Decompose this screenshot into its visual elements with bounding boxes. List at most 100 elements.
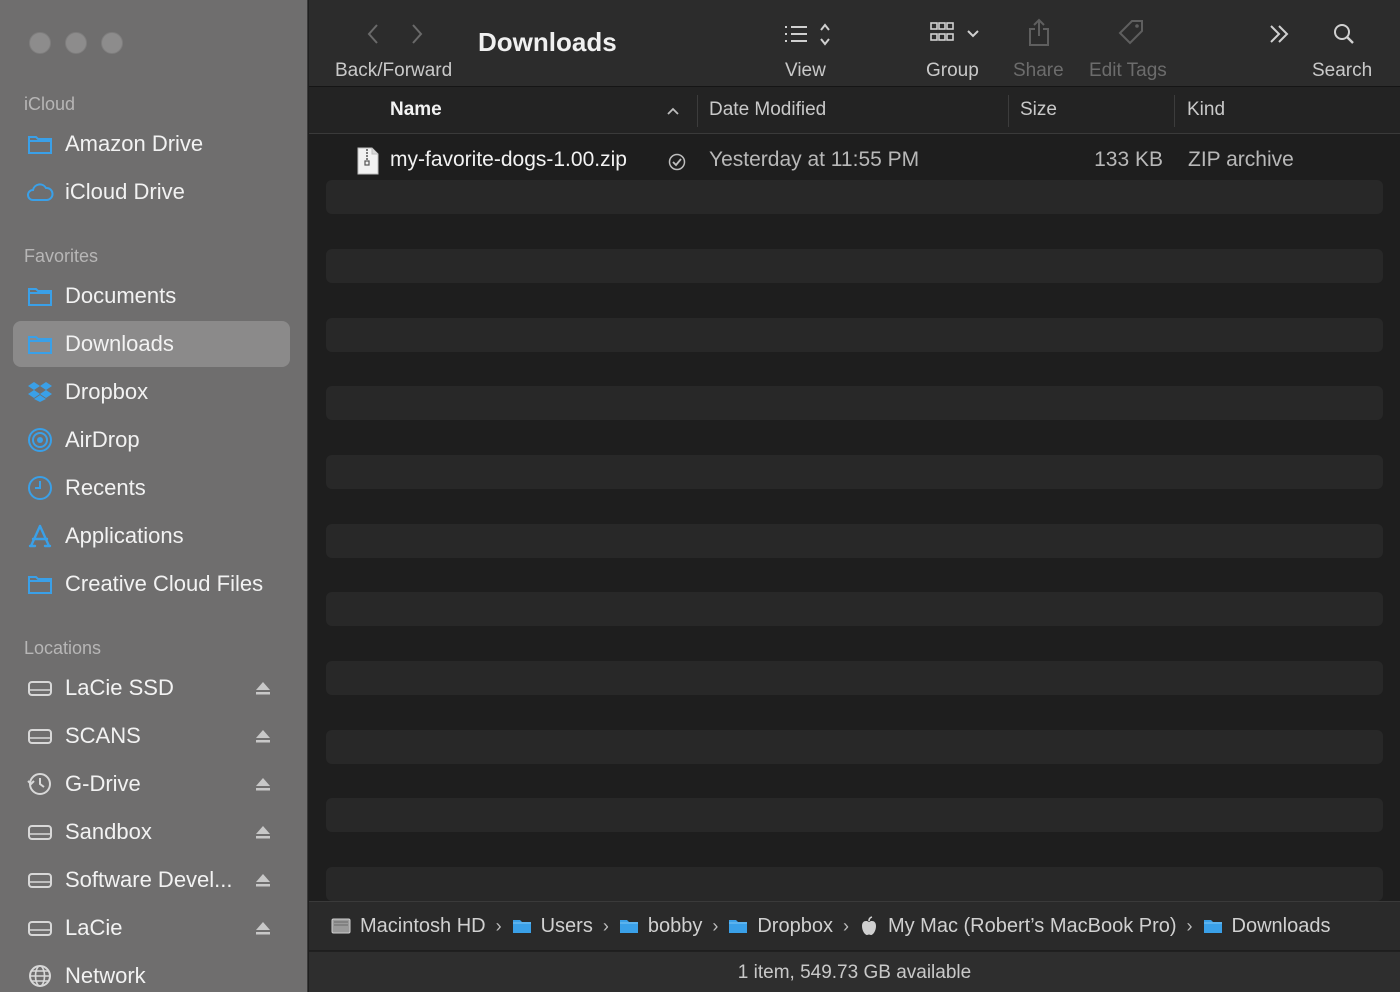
- window-controls: [29, 32, 123, 54]
- sidebar-item-label: Creative Cloud Files: [65, 571, 264, 596]
- sidebar-item-lacie[interactable]: LaCie: [13, 905, 290, 951]
- hard-disk-icon: [331, 916, 351, 936]
- sidebar-item-icloud-drive[interactable]: iCloud Drive: [13, 169, 290, 215]
- list-row-empty: [326, 798, 1383, 832]
- close-window-button[interactable]: [29, 32, 51, 54]
- sidebar-item-scans[interactable]: SCANS: [13, 713, 290, 759]
- path-crumb-bobby[interactable]: bobby ›: [619, 915, 729, 938]
- column-divider[interactable]: [1008, 95, 1009, 127]
- dropbox-icon: [26, 378, 54, 406]
- column-name-header[interactable]: Name: [390, 99, 442, 121]
- network-icon: [26, 962, 54, 990]
- sidebar-item-amazon-drive[interactable]: Amazon Drive: [13, 121, 290, 167]
- airdrop-icon: [26, 426, 54, 454]
- sidebar: iCloud Amazon Drive iCloud Drive Favorit…: [0, 0, 308, 992]
- chevron-right-icon: ›: [602, 915, 609, 936]
- list-row-empty: [326, 386, 1383, 420]
- chevron-right-icon: ›: [495, 915, 502, 936]
- path-crumb-label: My Mac (Robert’s MacBook Pro): [887, 914, 1177, 937]
- list-row-empty: [326, 524, 1383, 558]
- chevron-right-icon: ›: [1186, 915, 1193, 936]
- sidebar-item-applications[interactable]: Applications: [13, 513, 290, 559]
- list-row-empty: [326, 249, 1383, 283]
- drive-icon: [26, 674, 54, 702]
- sidebar-item-recents[interactable]: Recents: [13, 465, 290, 511]
- zip-file-icon: [357, 147, 379, 175]
- file-date-modified: Yesterday at 11:55 PM: [709, 148, 920, 171]
- eject-icon[interactable]: [254, 679, 272, 697]
- eject-icon[interactable]: [254, 919, 272, 937]
- sidebar-item-documents[interactable]: Documents: [13, 273, 290, 319]
- path-crumb-label: bobby: [647, 914, 703, 937]
- search-icon[interactable]: [1332, 22, 1356, 46]
- folder-icon: [26, 130, 54, 158]
- eject-icon[interactable]: [254, 775, 272, 793]
- sidebar-item-label: Network: [65, 963, 146, 988]
- sidebar-item-label: Applications: [65, 523, 184, 548]
- sidebar-item-creative-cloud-files[interactable]: Creative Cloud Files: [13, 561, 290, 607]
- path-bar: Macintosh HD › Users › bobby › Dropbox ›…: [309, 901, 1400, 950]
- forward-icon[interactable]: [409, 22, 425, 46]
- view-label: View: [785, 60, 826, 81]
- eject-icon[interactable]: [254, 727, 272, 745]
- sidebar-item-lacie-ssd[interactable]: LaCie SSD: [13, 665, 290, 711]
- file-size: 133 KB: [1094, 148, 1163, 171]
- drive-icon: [26, 866, 54, 894]
- column-divider[interactable]: [1174, 95, 1175, 127]
- sidebar-item-network[interactable]: Network: [13, 953, 290, 992]
- sidebar-section-icloud: iCloud: [24, 94, 76, 114]
- sync-status-icon: [668, 153, 686, 171]
- column-header: Name Date Modified Size Kind: [309, 87, 1400, 134]
- minimize-window-button[interactable]: [65, 32, 87, 54]
- sidebar-item-downloads[interactable]: Downloads: [13, 321, 290, 367]
- path-crumb-label: Dropbox: [757, 914, 833, 937]
- sidebar-item-software-devel[interactable]: Software Devel...: [13, 857, 290, 903]
- back-icon[interactable]: [365, 22, 381, 46]
- sort-ascending-icon[interactable]: [666, 106, 680, 116]
- eject-icon[interactable]: [254, 823, 272, 841]
- column-divider[interactable]: [697, 95, 698, 127]
- list-row-empty: [326, 180, 1383, 214]
- share-icon[interactable]: [1027, 18, 1051, 48]
- path-crumb-my-mac[interactable]: My Mac (Robert’s MacBook Pro) ›: [859, 915, 1203, 938]
- sidebar-item-label: LaCie SSD: [65, 675, 174, 700]
- group-icon[interactable]: [929, 20, 983, 48]
- path-crumb-label: Users: [540, 914, 593, 937]
- folder-icon: [26, 282, 54, 310]
- file-list[interactable]: my-favorite-dogs-1.00.zip Yesterday at 1…: [309, 135, 1400, 901]
- tag-icon[interactable]: [1117, 18, 1145, 46]
- edit-tags-label: Edit Tags: [1089, 60, 1167, 81]
- path-crumb-users[interactable]: Users ›: [512, 915, 619, 938]
- sidebar-item-label: Sandbox: [65, 819, 152, 844]
- path-crumb-label: Downloads: [1231, 914, 1331, 937]
- chevron-double-right-icon[interactable]: [1267, 22, 1291, 46]
- sidebar-item-g-drive[interactable]: G-Drive: [13, 761, 290, 807]
- zoom-window-button[interactable]: [101, 32, 123, 54]
- column-date-modified-header[interactable]: Date Modified: [709, 99, 826, 121]
- column-size-header[interactable]: Size: [1020, 99, 1057, 121]
- sidebar-item-label: Downloads: [65, 331, 174, 356]
- file-row[interactable]: my-favorite-dogs-1.00.zip Yesterday at 1…: [309, 143, 1400, 179]
- drive-icon: [26, 722, 54, 750]
- sidebar-item-dropbox[interactable]: Dropbox: [13, 369, 290, 415]
- drive-icon: [26, 818, 54, 846]
- eject-icon[interactable]: [254, 871, 272, 889]
- folder-icon: [619, 916, 639, 936]
- list-row-empty: [326, 455, 1383, 489]
- list-view-icon[interactable]: [783, 22, 837, 48]
- sidebar-item-label: Recents: [65, 475, 146, 500]
- folder-icon: [26, 570, 54, 598]
- status-bar: 1 item, 549.73 GB available: [309, 951, 1400, 992]
- folder-icon: [26, 330, 54, 358]
- path-crumb-macintosh-hd[interactable]: Macintosh HD ›: [331, 915, 512, 938]
- path-crumb-dropbox[interactable]: Dropbox ›: [728, 915, 859, 938]
- share-label: Share: [1013, 60, 1064, 81]
- sidebar-item-sandbox[interactable]: Sandbox: [13, 809, 290, 855]
- column-kind-header[interactable]: Kind: [1187, 99, 1225, 121]
- folder-icon: [1203, 916, 1223, 936]
- sidebar-item-label: Dropbox: [65, 379, 149, 404]
- chevron-right-icon: ›: [712, 915, 719, 936]
- path-crumb-downloads[interactable]: Downloads: [1203, 915, 1331, 938]
- sidebar-item-airdrop[interactable]: AirDrop: [13, 417, 290, 463]
- applications-icon: [26, 522, 54, 550]
